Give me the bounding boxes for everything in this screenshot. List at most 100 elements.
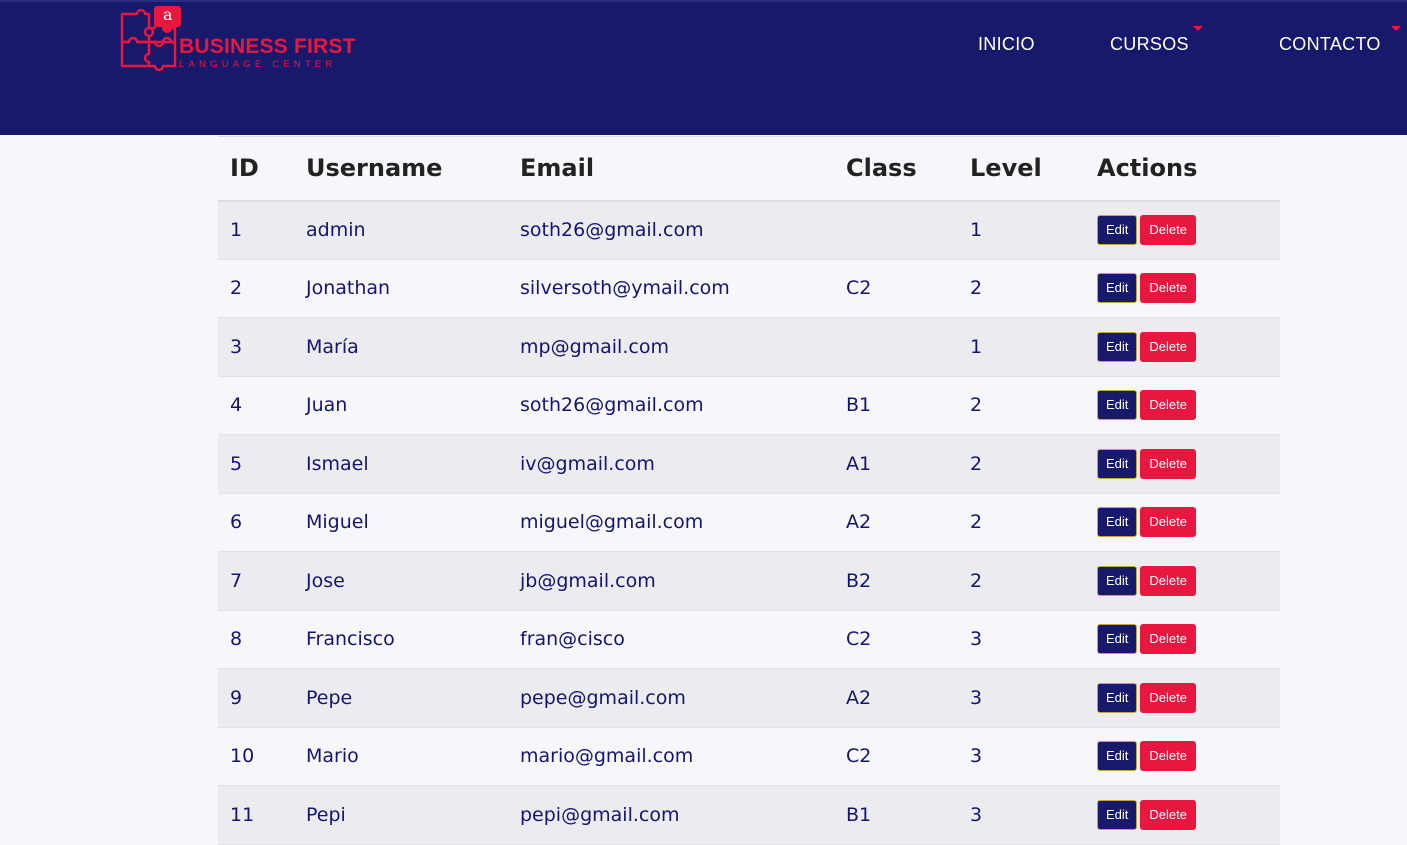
header-level: Level — [958, 136, 1085, 202]
header-id: ID — [218, 136, 294, 202]
logo-letter: a — [163, 5, 173, 24]
cell-actions: Edit Delete — [1085, 200, 1280, 260]
cell-username: Francisco — [294, 610, 508, 669]
cell-level: 3 — [958, 785, 1085, 845]
cell-actions: Edit Delete — [1085, 551, 1280, 611]
cell-actions: Edit Delete — [1085, 376, 1280, 435]
contacto-dropdown-caret-icon[interactable] — [1391, 26, 1401, 31]
edit-button[interactable]: Edit — [1097, 331, 1138, 362]
cell-class: B1 — [834, 785, 958, 845]
nav-contacto[interactable]: CONTACTO — [1279, 34, 1381, 55]
cell-username: Ismael — [294, 434, 508, 494]
cell-level: 1 — [958, 200, 1085, 260]
edit-button[interactable]: Edit — [1097, 624, 1138, 655]
cell-username: María — [294, 317, 508, 377]
cell-class: A2 — [834, 668, 958, 728]
cell-actions: Edit Delete — [1085, 259, 1280, 318]
cell-id: 3 — [218, 317, 294, 377]
cell-id: 10 — [218, 727, 294, 786]
cell-actions: Edit Delete — [1085, 317, 1280, 377]
header-email: Email — [508, 136, 834, 202]
cell-class: A2 — [834, 493, 958, 552]
cell-id: 7 — [218, 551, 294, 611]
table-row: 5 Ismael iv@gmail.com A1 2 Edit Delete — [218, 434, 1280, 494]
top-navbar: a BUSINESS FIRST LANGUAGE CENTER INICIO … — [0, 0, 1407, 135]
delete-button[interactable]: Delete — [1140, 682, 1196, 713]
delete-button[interactable]: Delete — [1140, 799, 1196, 830]
cell-email: jb@gmail.com — [508, 551, 834, 611]
cell-username: Pepe — [294, 668, 508, 728]
cell-actions: Edit Delete — [1085, 785, 1280, 845]
edit-button[interactable]: Edit — [1097, 799, 1138, 830]
brand-logo[interactable]: a BUSINESS FIRST LANGUAGE CENTER — [119, 5, 355, 72]
brand-name: BUSINESS FIRST — [179, 35, 356, 58]
cell-actions: Edit Delete — [1085, 493, 1280, 552]
delete-button[interactable]: Delete — [1140, 448, 1196, 479]
cell-username: Mario — [294, 727, 508, 786]
cell-actions: Edit Delete — [1085, 434, 1280, 494]
cell-level: 2 — [958, 376, 1085, 435]
cursos-dropdown-caret-icon[interactable] — [1193, 26, 1203, 31]
nav-cursos[interactable]: CURSOS — [1110, 34, 1189, 55]
cell-class: A1 — [834, 434, 958, 494]
table-row: 4 Juan soth26@gmail.com B1 2 Edit Delete — [218, 376, 1280, 435]
cell-id: 8 — [218, 610, 294, 669]
cell-level: 2 — [958, 551, 1085, 611]
edit-button[interactable]: Edit — [1097, 565, 1138, 596]
cell-username: Jonathan — [294, 259, 508, 318]
brand-subtitle: LANGUAGE CENTER — [179, 59, 337, 70]
table-row: 2 Jonathan silversoth@ymail.com C2 2 Edit Dele… — [218, 259, 1280, 318]
edit-button[interactable]: Edit — [1097, 390, 1138, 421]
cell-id: 2 — [218, 259, 294, 318]
cell-level: 3 — [958, 668, 1085, 728]
cell-email: mario@gmail.com — [508, 727, 834, 786]
edit-button[interactable]: Edit — [1097, 507, 1138, 538]
delete-button[interactable]: Delete — [1140, 215, 1196, 245]
delete-button[interactable]: Delete — [1140, 507, 1196, 538]
cell-level: 3 — [958, 727, 1085, 786]
cell-class: C2 — [834, 727, 958, 786]
cell-username: Juan — [294, 376, 508, 435]
cell-class: C2 — [834, 259, 958, 318]
cell-id: 11 — [218, 785, 294, 845]
cell-level: 2 — [958, 434, 1085, 494]
users-table-container: ID Username Email Class Level Actions 1a… — [218, 136, 1280, 845]
cell-email: soth26@gmail.com — [508, 200, 834, 260]
delete-button[interactable]: Delete — [1140, 741, 1196, 772]
edit-button[interactable]: Edit — [1097, 741, 1138, 772]
table-row: 8 Francisco fran@cisco C2 3 Edit Delete — [218, 610, 1280, 669]
table-row: 6 Miguel miguel@gmail.com A2 2 Edit Delete — [218, 493, 1280, 552]
cell-id: 9 — [218, 668, 294, 728]
edit-button[interactable]: Edit — [1097, 448, 1138, 479]
cell-email: pepi@gmail.com — [508, 785, 834, 845]
nav-inicio[interactable]: INICIO — [978, 34, 1035, 55]
delete-button[interactable]: Delete — [1140, 273, 1196, 304]
delete-button[interactable]: Delete — [1140, 565, 1196, 596]
table-body: 1 admin soth26@gmail.com 1 Edit Delete 2 Jonath… — [218, 200, 1280, 845]
cell-email: soth26@gmail.com — [508, 376, 834, 435]
cell-email: mp@gmail.com — [508, 317, 834, 377]
cell-actions: Edit Delete — [1085, 727, 1280, 786]
delete-button[interactable]: Delete — [1140, 624, 1196, 655]
cell-id: 4 — [218, 376, 294, 435]
edit-button[interactable]: Edit — [1097, 215, 1138, 245]
cell-email: pepe@gmail.com — [508, 668, 834, 728]
cell-id: 6 — [218, 493, 294, 552]
cell-level: 3 — [958, 610, 1085, 669]
cell-class: B1 — [834, 376, 958, 435]
table-header-row: ID Username Email Class Level Actions — [218, 136, 1280, 202]
cell-class — [834, 317, 958, 377]
table-row: 9 Pepe pepe@gmail.com A2 3 Edit Delete — [218, 668, 1280, 728]
edit-button[interactable]: Edit — [1097, 682, 1138, 713]
cell-id: 1 — [218, 200, 294, 260]
cell-level: 2 — [958, 259, 1085, 318]
table-row: 1 admin soth26@gmail.com 1 Edit Delete — [218, 200, 1280, 260]
cell-actions: Edit Delete — [1085, 610, 1280, 669]
cell-email: miguel@gmail.com — [508, 493, 834, 552]
table-row: 11 Pepi pepi@gmail.com B1 3 Edit Delete — [218, 785, 1280, 845]
delete-button[interactable]: Delete — [1140, 331, 1196, 362]
edit-button[interactable]: Edit — [1097, 273, 1138, 304]
cell-class: B2 — [834, 551, 958, 611]
header-username: Username — [294, 136, 508, 202]
delete-button[interactable]: Delete — [1140, 390, 1196, 421]
